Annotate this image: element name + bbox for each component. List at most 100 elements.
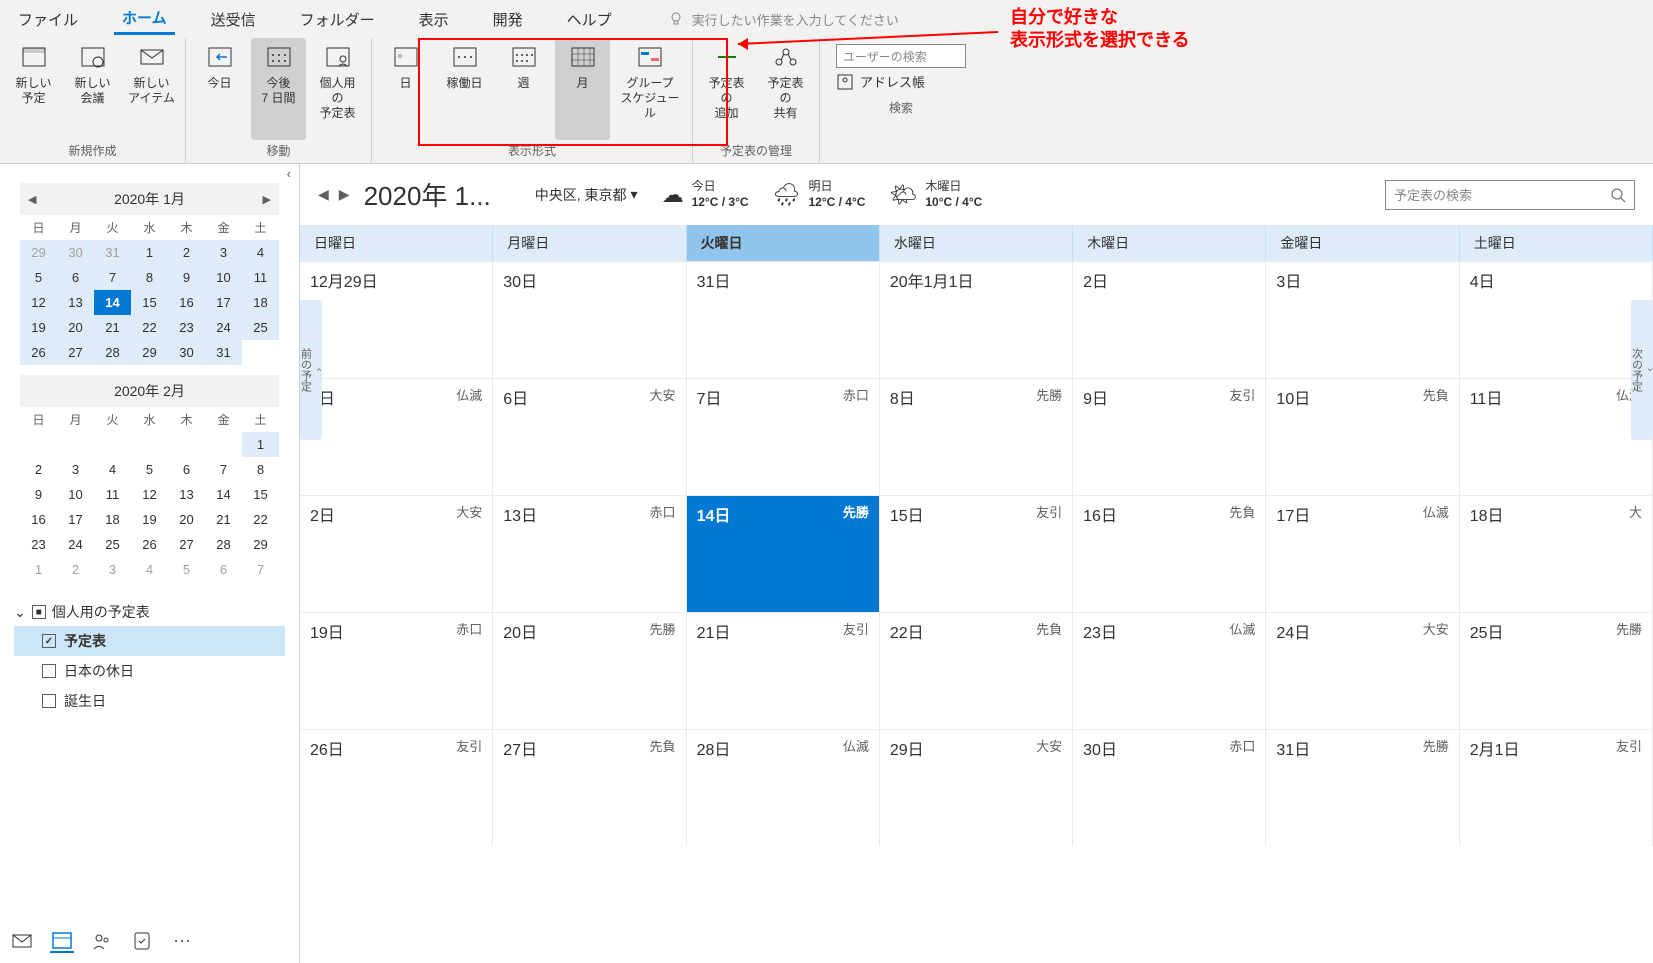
day-cell[interactable]: 21日友引 [687,613,880,729]
today-button[interactable]: 今日 [192,38,247,140]
share-calendar-button[interactable]: 予定表の 共有 [758,38,813,140]
day-cell[interactable]: 11日仏滅 [1460,379,1653,495]
mini-day[interactable]: 16 [20,507,57,532]
menu-view[interactable]: 表示 [411,5,457,34]
new-meeting-button[interactable]: 新しい 会議 [65,38,120,140]
mini-day[interactable]: 12 [131,482,168,507]
day-cell[interactable]: 28日仏滅 [687,730,880,846]
group-schedule-button[interactable]: グループ スケジュール [614,38,686,140]
mini-day[interactable]: 9 [168,265,205,290]
day-cell[interactable]: 7日赤口 [687,379,880,495]
day-cell[interactable]: 23日仏滅 [1073,613,1266,729]
menu-folder[interactable]: フォルダー [292,5,383,34]
mini-day[interactable]: 26 [131,532,168,557]
mini-day[interactable]: 27 [168,532,205,557]
calendar-tree-item[interactable]: 日本の休日 [14,656,285,686]
mini-day[interactable]: 7 [94,265,131,290]
day-cell[interactable]: 24日大安 [1266,613,1459,729]
day-cell[interactable]: 20日先勝 [493,613,686,729]
mini-day[interactable]: 11 [94,482,131,507]
mini-day[interactable]: 21 [205,507,242,532]
prev-month-button[interactable]: ◀ [24,193,40,206]
user-search-input[interactable]: ユーザーの検索 [836,44,966,68]
mini-day[interactable]: 14 [205,482,242,507]
day-cell[interactable]: 30日赤口 [1073,730,1266,846]
day-cell[interactable]: 9日友引 [1073,379,1266,495]
mini-day[interactable]: 20 [168,507,205,532]
calendar-search-input[interactable]: 予定表の検索 [1385,180,1635,210]
tasks-icon[interactable] [130,929,154,953]
day-cell[interactable]: 22日先負 [880,613,1073,729]
mini-day[interactable]: 6 [168,457,205,482]
day-cell[interactable]: 8日先勝 [880,379,1073,495]
tell-me-box[interactable]: 実行したい作業を入力してください [668,10,899,29]
mini-day[interactable]: 25 [94,532,131,557]
mini-day[interactable]: 29 [131,340,168,365]
calendar-nav-icon[interactable] [50,929,74,953]
day-cell[interactable]: 5日仏滅 [300,379,493,495]
menu-home[interactable]: ホーム [114,3,175,35]
calendar-tree-item[interactable]: ✓予定表 [14,626,285,656]
mini-day[interactable]: 9 [20,482,57,507]
prev-period-button[interactable]: ◀ [318,186,329,203]
mini-day[interactable]: 31 [205,340,242,365]
mini-day[interactable]: 3 [205,240,242,265]
menu-sendrecv[interactable]: 送受信 [203,5,264,34]
mini-day[interactable]: 23 [20,532,57,557]
day-cell[interactable]: 14日先勝 [687,496,880,612]
mini-day[interactable]: 1 [131,240,168,265]
mini-day[interactable]: 26 [20,340,57,365]
day-cell[interactable]: 4日 [1460,262,1653,378]
mini-day[interactable]: 15 [242,482,279,507]
mini-day[interactable]: 18 [242,290,279,315]
mini-day[interactable]: 2 [168,240,205,265]
mini-day[interactable]: 31 [94,240,131,265]
checkbox-icon[interactable] [42,694,56,708]
day-cell[interactable]: 2日大安 [300,496,493,612]
day-cell[interactable]: 15日友引 [880,496,1073,612]
new-appointment-button[interactable]: 新しい 予定 [6,38,61,140]
mini-day[interactable]: 3 [94,557,131,582]
mini-day[interactable]: 19 [20,315,57,340]
people-icon[interactable] [90,929,114,953]
checkbox-icon[interactable] [42,664,56,678]
mini-day[interactable]: 16 [168,290,205,315]
day-cell[interactable]: 25日先勝 [1460,613,1653,729]
mini-day[interactable]: 10 [205,265,242,290]
mini-day[interactable]: 22 [131,315,168,340]
next-month-button[interactable]: ▶ [259,193,275,206]
day-cell[interactable]: 16日先負 [1073,496,1266,612]
mini-day[interactable]: 5 [20,265,57,290]
menu-file[interactable]: ファイル [10,5,86,34]
mini-day[interactable]: 12 [20,290,57,315]
day-cell[interactable]: 30日 [493,262,686,378]
mini-day[interactable]: 22 [242,507,279,532]
mini-day[interactable]: 13 [168,482,205,507]
day-cell[interactable]: 13日赤口 [493,496,686,612]
day-cell[interactable]: 29日大安 [880,730,1073,846]
mini-day[interactable]: 29 [242,532,279,557]
day-view-button[interactable]: 日 [378,38,433,140]
checkbox-icon[interactable]: ✓ [42,634,56,648]
mini-day[interactable]: 4 [94,457,131,482]
day-cell[interactable]: 2月1日友引 [1460,730,1653,846]
mini-day[interactable]: 10 [57,482,94,507]
mini-day[interactable]: 6 [57,265,94,290]
mini-day[interactable]: 3 [57,457,94,482]
collapse-sidebar-button[interactable]: ‹ [0,164,299,183]
prev-appointment-tab[interactable]: ‹ 前の予定 [300,300,322,440]
day-cell[interactable]: 27日先負 [493,730,686,846]
next-appointment-tab[interactable]: › 次の予定 [1631,300,1653,440]
mini-day[interactable]: 1 [242,432,279,457]
address-book-button[interactable]: アドレス帳 [836,72,966,91]
day-cell[interactable]: 31日先勝 [1266,730,1459,846]
mini-day[interactable]: 14 [94,290,131,315]
day-cell[interactable]: 2日 [1073,262,1266,378]
week-view-button[interactable]: 週 [496,38,551,140]
mini-day[interactable]: 27 [57,340,94,365]
more-icon[interactable]: ⋯ [170,929,194,953]
mini-day[interactable]: 19 [131,507,168,532]
mini-day[interactable]: 4 [242,240,279,265]
next-7-days-button[interactable]: 今後 7 日間 [251,38,306,140]
add-calendar-button[interactable]: 予定表の 追加 [699,38,754,140]
